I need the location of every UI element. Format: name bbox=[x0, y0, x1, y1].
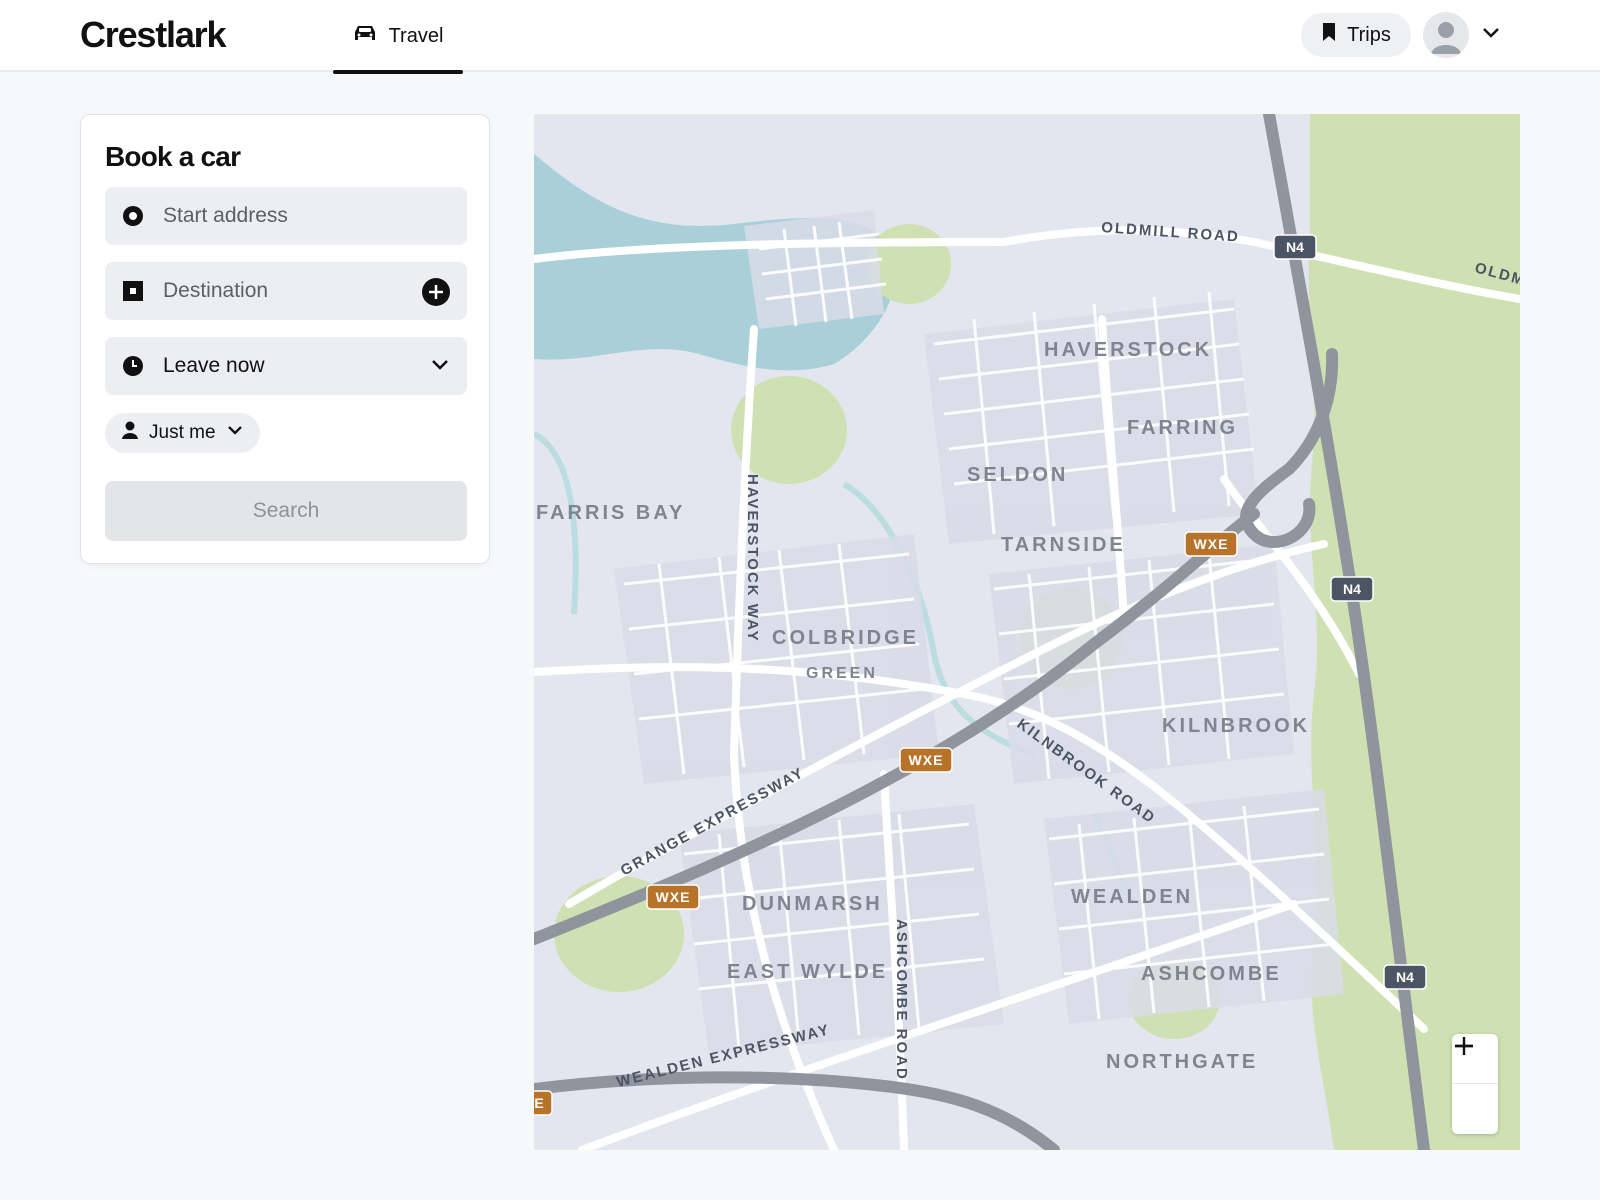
user-avatar-icon bbox=[1431, 22, 1461, 54]
area-label-colbridge: COLBRIDGE bbox=[772, 627, 919, 649]
svg-text:N4: N4 bbox=[1343, 581, 1361, 597]
svg-text:N4: N4 bbox=[1396, 969, 1414, 985]
car-icon bbox=[353, 23, 377, 49]
area-label-dunmarsh: DUNMARSH bbox=[742, 893, 883, 915]
n4-shield: N4 bbox=[1383, 964, 1427, 990]
clock-icon bbox=[121, 354, 145, 378]
booking-panel: Book a car Start address Destination Lea… bbox=[80, 114, 490, 564]
rider-select[interactable]: Just me bbox=[105, 413, 260, 453]
origin-dot-icon bbox=[121, 204, 145, 228]
road-label-ashcombe-road: ASHCOMBE ROAD bbox=[893, 919, 910, 1081]
zoom-out-button[interactable] bbox=[1452, 1044, 1498, 1134]
svg-text:WXE: WXE bbox=[909, 752, 944, 768]
account-menu[interactable] bbox=[1423, 12, 1501, 58]
road-label-haverstock-way: HAVERSTOCK WAY bbox=[744, 474, 761, 643]
svg-text:N4: N4 bbox=[1286, 239, 1304, 255]
area-label-tarnside: TARNSIDE bbox=[1001, 534, 1126, 556]
area-label-kilnbrook: KILNBROOK bbox=[1162, 715, 1310, 737]
zoom-controls bbox=[1452, 1034, 1498, 1134]
area-label-ashcombe: ASHCOMBE bbox=[1141, 963, 1282, 985]
rider-value: Just me bbox=[149, 422, 216, 443]
svg-text:WXE: WXE bbox=[656, 889, 691, 905]
destination-placeholder: Destination bbox=[163, 279, 269, 302]
start-address-input[interactable]: Start address bbox=[105, 187, 467, 245]
area-label-wealden: WEALDEN bbox=[1071, 886, 1193, 908]
chevron-down-icon bbox=[429, 354, 451, 382]
tab-travel[interactable]: Travel bbox=[333, 0, 463, 74]
departure-time-select[interactable]: Leave now bbox=[105, 337, 467, 395]
wxe-shield: WXE bbox=[1184, 531, 1238, 557]
top-header: Crestlark Travel Trips bbox=[0, 0, 1600, 74]
trips-label: Trips bbox=[1347, 23, 1391, 46]
bookmark-icon bbox=[1321, 22, 1337, 48]
area-label-seldon: SELDON bbox=[967, 464, 1068, 486]
map-canvas[interactable]: OLDMILL ROAD OLDM HAVERSTOCK WAY GRANGE … bbox=[534, 114, 1520, 1150]
departure-time-value: Leave now bbox=[163, 354, 265, 377]
avatar[interactable] bbox=[1423, 12, 1469, 58]
map-view[interactable]: OLDMILL ROAD OLDM HAVERSTOCK WAY GRANGE … bbox=[534, 114, 1520, 1150]
destination-square-icon bbox=[121, 279, 145, 303]
area-label-green: GREEN bbox=[806, 665, 878, 682]
svg-text:E: E bbox=[534, 1095, 543, 1111]
brand-logo[interactable]: Crestlark bbox=[80, 14, 226, 56]
panel-title: Book a car bbox=[105, 141, 241, 172]
wxe-shield: WXE bbox=[646, 884, 700, 910]
area-label-farring: FARRING bbox=[1127, 417, 1238, 439]
search-button[interactable]: Search bbox=[105, 481, 467, 541]
n4-shield: N4 bbox=[1330, 576, 1374, 602]
chevron-down-icon bbox=[226, 422, 244, 444]
area-label-northgate: NORTHGATE bbox=[1106, 1051, 1258, 1073]
active-tab-indicator bbox=[333, 70, 463, 74]
area-label-haverstock: HAVERSTOCK bbox=[1044, 339, 1212, 361]
destination-input[interactable]: Destination bbox=[105, 262, 467, 320]
minus-icon bbox=[1455, 1044, 1473, 1048]
n4-shield: N4 bbox=[1273, 234, 1317, 260]
wxe-shield: E bbox=[534, 1090, 553, 1116]
trips-button[interactable]: Trips bbox=[1301, 13, 1411, 57]
chevron-down-icon[interactable] bbox=[1481, 26, 1501, 45]
area-label-east-wylde: EAST WYLDE bbox=[727, 961, 888, 983]
person-icon bbox=[121, 420, 139, 446]
area-label-farris-bay: FARRIS BAY bbox=[536, 502, 685, 524]
tab-travel-label: Travel bbox=[388, 24, 444, 47]
svg-text:WXE: WXE bbox=[1194, 536, 1229, 552]
add-stop-icon[interactable] bbox=[421, 277, 451, 313]
wxe-shield: WXE bbox=[899, 747, 953, 773]
start-address-placeholder: Start address bbox=[163, 204, 288, 227]
